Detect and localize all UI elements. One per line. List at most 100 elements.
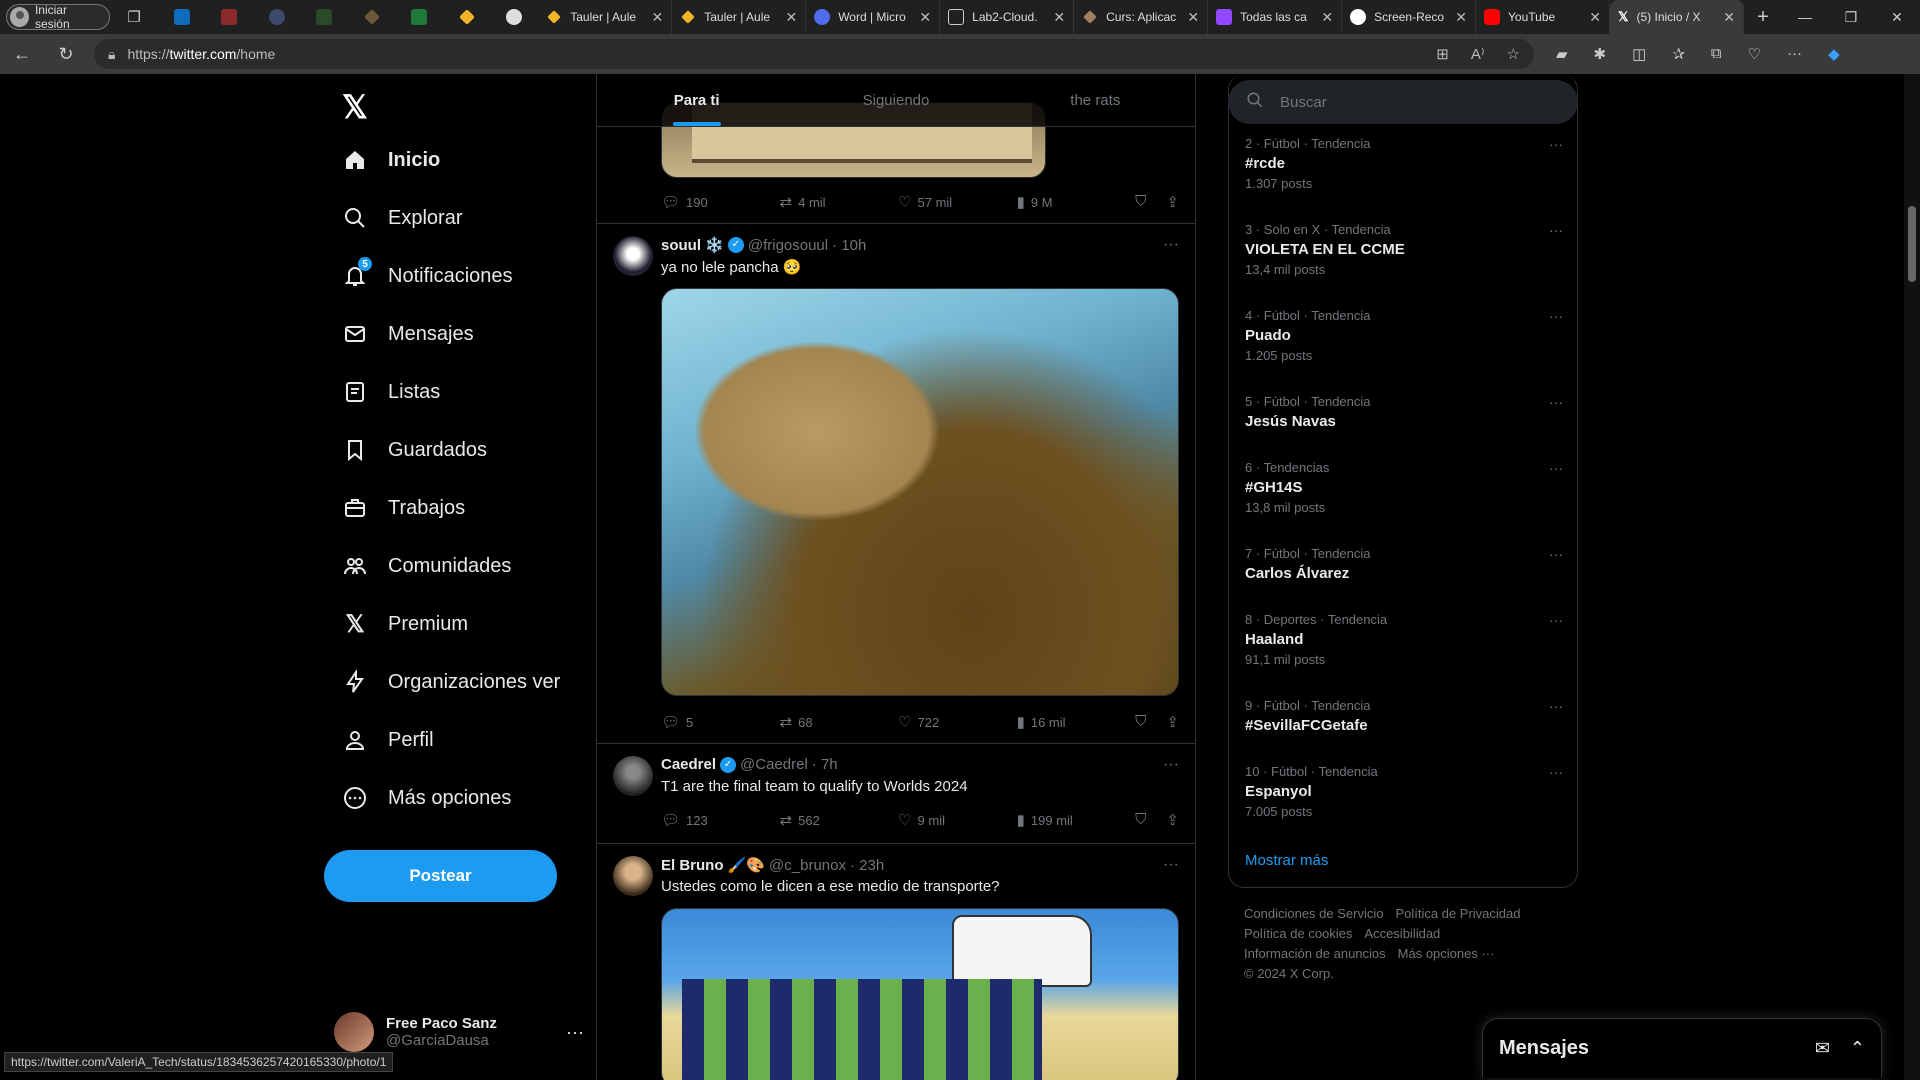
pinned-tab-uab[interactable] [396,0,444,34]
nav-item-comunidades[interactable]: Comunidades [342,546,511,586]
post-souul[interactable]: souul ❄️ ✓ @frigosouul · 10h ··· ya no l… [597,224,1195,744]
pinned-tab-check[interactable] [253,0,301,34]
post-caedrel[interactable]: Caedrel ✓ @Caedrel · 7h ··· T1 are the f… [597,744,1195,844]
tab-9-active[interactable]: 𝕏 (5) Inicio / X ✕ [1610,0,1744,34]
tab-4[interactable]: Lab2-Cloud. ✕ [940,0,1075,34]
views-button[interactable]: ▮ 16 mil [1017,713,1136,731]
pinned-tab-diamond[interactable] [348,0,396,34]
footer-link[interactable]: Política de cookies [1244,926,1352,941]
footer-link[interactable]: Accesibilidad [1364,926,1440,941]
tab-siguiendo[interactable]: Siguiendo [796,74,995,126]
post-author-handle[interactable]: @c_brunox [769,857,846,874]
more-horizontal-icon[interactable]: ··· [1163,236,1179,254]
extension-flag-icon[interactable]: ▰ [1556,45,1568,63]
share-icon[interactable]: ⇪ [1166,713,1179,731]
post-time[interactable]: · 10h [832,237,866,254]
pinned-tab-green[interactable] [301,0,349,34]
extensions-icon[interactable]: ✱ [1594,45,1607,63]
favorite-star-icon[interactable]: ☆ [1507,45,1520,63]
share-icon[interactable]: ⇪ [1166,193,1179,211]
browser-essentials-icon[interactable]: ♡ [1748,45,1761,63]
nav-item-organizaciones[interactable]: Organizaciones ver [342,662,572,702]
trend-item[interactable]: 8 · Deportes · Tendencia Haaland 91,1 mi… [1245,612,1563,667]
trend-item[interactable]: 6 · Tendencias #GH14S 13,8 mil posts ··· [1245,460,1563,515]
footer-link[interactable]: Más opciones ··· [1398,946,1495,961]
tab-2[interactable]: Tauler | Aule ✕ [672,0,807,34]
more-horizontal-icon[interactable]: ··· [1549,308,1563,324]
pinned-tab-moodle[interactable] [443,0,491,34]
new-message-icon[interactable]: ✉︎ [1815,1038,1830,1059]
nav-item-mas-opciones[interactable]: Más opciones [342,778,511,818]
post-author-name[interactable]: El Bruno 🖌️🎨 [661,856,765,874]
tab-5[interactable]: Curs: Aplicac ✕ [1074,0,1209,34]
footer-link[interactable]: Política de Privacidad [1395,906,1520,921]
more-horizontal-icon[interactable]: ··· [1549,764,1563,780]
repost-button[interactable]: ⇄ 562 [780,811,899,829]
trend-item[interactable]: 4 · Fútbol · Tendencia Puado 1.205 posts… [1245,308,1563,363]
copilot-icon[interactable]: ◆ [1828,45,1840,63]
tab-7[interactable]: Screen-Reco ✕ [1342,0,1477,34]
post-author-handle[interactable]: @Caedrel [740,756,808,773]
nav-item-notificaciones[interactable]: 5 Notificaciones [342,256,513,296]
nav-item-explorar[interactable]: Explorar [342,198,462,238]
trend-item[interactable]: 3 · Solo en X · Tendencia VIOLETA EN EL … [1245,222,1563,277]
close-icon[interactable]: ✕ [1589,9,1601,26]
nav-item-premium[interactable]: 𝕏 Premium [342,604,468,644]
settings-more-icon[interactable]: ··· [1787,45,1802,63]
reply-button[interactable]: 💬︎ 5 [661,713,780,731]
post-time[interactable]: · 23h [850,857,884,874]
new-tab-button[interactable]: + [1744,0,1782,34]
post-button[interactable]: Postear [324,850,557,902]
show-more-link[interactable]: Mostrar más [1245,852,1328,869]
app-available-icon[interactable]: ⊞ [1436,45,1449,63]
post-author-handle[interactable]: @frigosouul [748,237,828,254]
trend-item[interactable]: 10 · Fútbol · Tendencia Espanyol 7.005 p… [1245,764,1563,819]
like-button[interactable]: ♡ 722 [898,713,1017,731]
collections-icon[interactable]: ⧉ [1711,45,1722,63]
close-icon[interactable]: ✕ [1723,9,1735,26]
split-screen-icon[interactable]: ◫ [1632,45,1646,63]
nav-item-guardados[interactable]: Guardados [342,430,487,470]
trend-item[interactable]: 9 · Fútbol · Tendencia #SevillaFCGetafe … [1245,698,1563,734]
more-horizontal-icon[interactable]: ··· [1163,756,1179,774]
more-horizontal-icon[interactable]: ··· [566,1022,584,1043]
bookmark-icon[interactable]: ⛉ [1135,193,1146,211]
minimize-icon[interactable]: — [1782,0,1828,34]
footer-link[interactable]: Información de anuncios [1244,946,1386,961]
more-horizontal-icon[interactable]: ··· [1549,394,1563,410]
reply-button[interactable]: 💬︎ 190 [661,193,780,211]
trend-item[interactable]: 5 · Fútbol · Tendencia Jesús Navas ··· [1245,394,1563,430]
like-button[interactable]: ♡ 9 mil [898,811,1017,829]
pinned-tab-red[interactable] [205,0,253,34]
bookmark-icon[interactable]: ⛉ [1135,811,1146,829]
url-field[interactable]: 🔒︎ https://twitter.com/home ⊞ A⁾ ☆ [94,39,1534,69]
nav-item-mensajes[interactable]: Mensajes [342,314,474,354]
tab-para-ti[interactable]: Para ti [597,74,796,126]
page-scrollbar[interactable] [1904,74,1920,1080]
more-horizontal-icon[interactable]: ··· [1549,698,1563,714]
more-horizontal-icon[interactable]: ··· [1163,856,1179,874]
post-author-name[interactable]: souul ❄️ [661,236,724,254]
messages-drawer[interactable]: Mensajes ✉︎ ⌃ [1482,1018,1882,1078]
pinned-tab-chatgpt[interactable] [491,0,539,34]
more-horizontal-icon[interactable]: ··· [1549,136,1563,152]
close-icon[interactable]: ✕ [919,9,931,26]
post-el-bruno[interactable]: El Bruno 🖌️🎨 @c_brunox · 23h ··· Ustedes… [597,844,1195,1080]
like-button[interactable]: ♡ 57 mil [898,193,1017,211]
pinned-tab-outlook[interactable] [158,0,206,34]
footer-link[interactable]: Condiciones de Servicio [1244,906,1383,921]
tab-3[interactable]: Word | Micro ✕ [806,0,941,34]
bookmark-icon[interactable]: ⛉ [1135,713,1146,731]
close-icon[interactable]: ✕ [1053,9,1065,26]
x-logo-icon[interactable]: 𝕏 [342,88,368,126]
back-icon[interactable]: ← [0,34,44,74]
favorites-icon[interactable]: ✰ [1672,45,1685,63]
more-horizontal-icon[interactable]: ··· [1549,222,1563,238]
post-media-image[interactable] [661,908,1179,1080]
tab-6[interactable]: Todas las ca ✕ [1208,0,1343,34]
close-window-icon[interactable]: ✕ [1874,0,1920,34]
post-time[interactable]: · 7h [812,756,838,773]
close-icon[interactable]: ✕ [785,9,797,26]
avatar[interactable] [613,236,653,276]
browser-profile-button[interactable]: Iniciar sesión [6,3,111,31]
